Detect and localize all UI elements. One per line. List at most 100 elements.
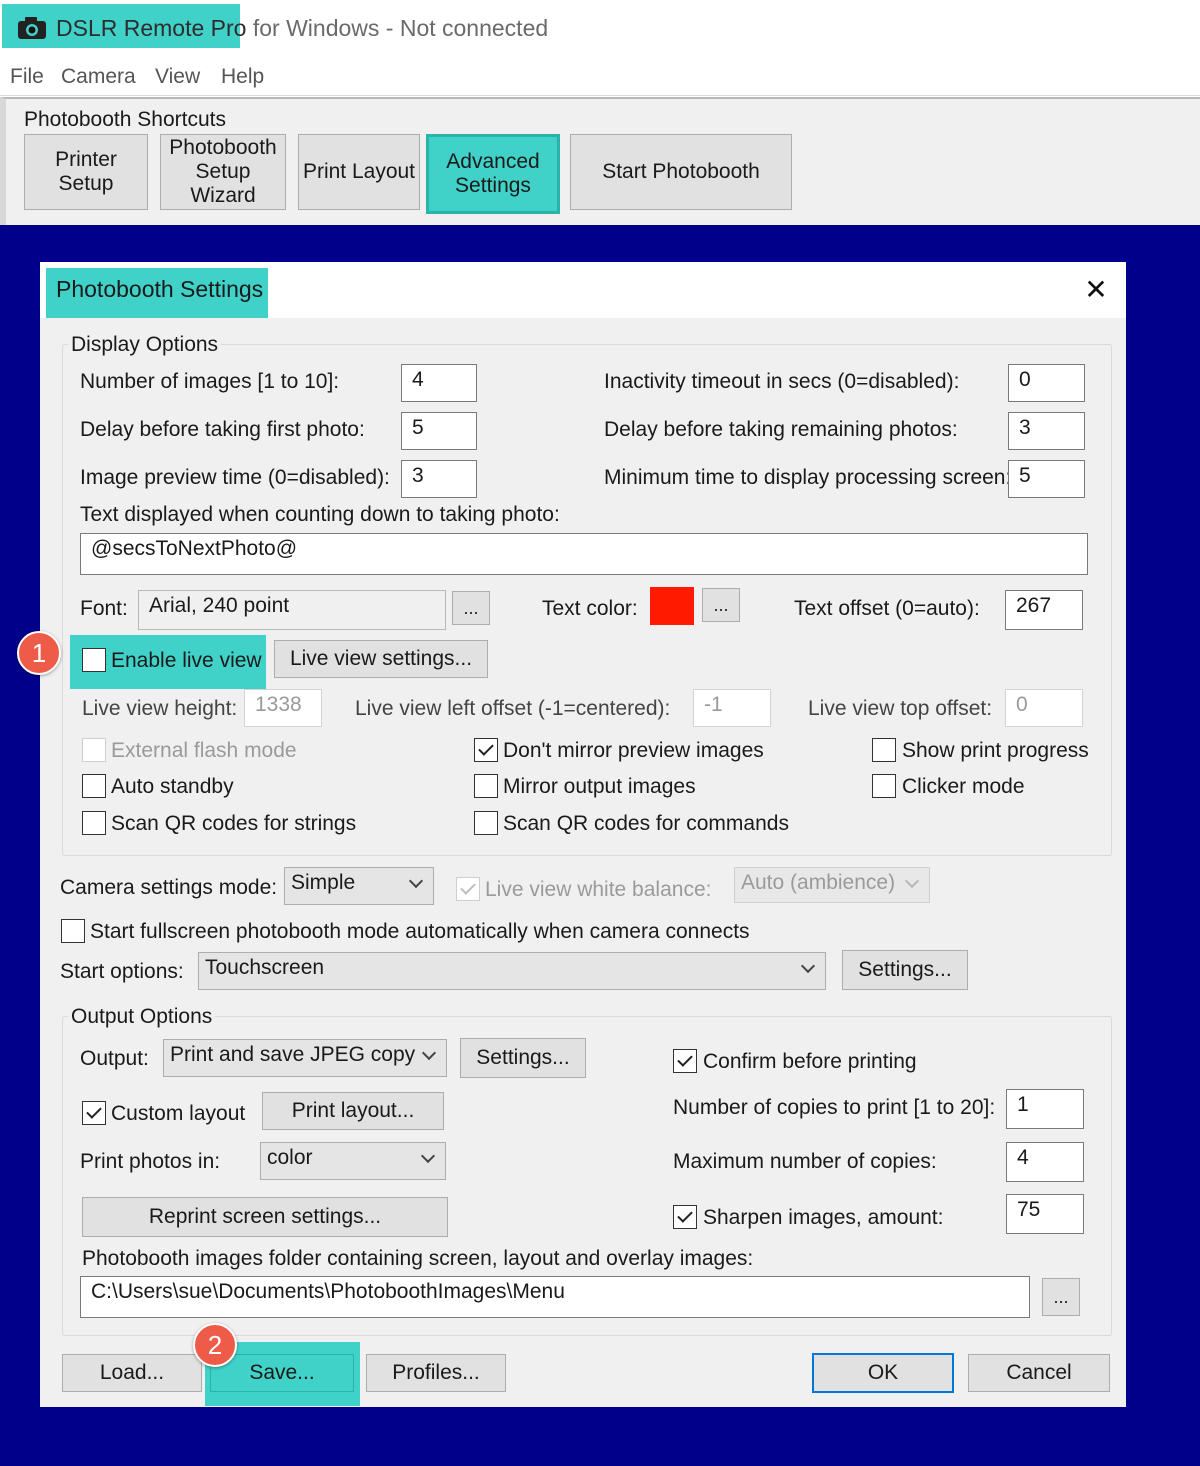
ok-button[interactable]: OK <box>812 1353 954 1393</box>
menu-file[interactable]: File <box>10 64 44 90</box>
clicker-mode-checkbox[interactable] <box>872 774 896 798</box>
camera-mode-label: Camera settings mode: <box>60 876 278 899</box>
external-flash-checkbox[interactable] <box>82 738 106 762</box>
printer-setup-label: Printer Setup <box>55 148 117 195</box>
live-view-settings-button[interactable]: Live view settings... <box>274 640 488 678</box>
profiles-button[interactable]: Profiles... <box>366 1354 506 1392</box>
scan-qr-strings-label: Scan QR codes for strings <box>111 812 357 835</box>
start-options-label: Start options: <box>60 960 184 983</box>
save-button[interactable]: Save... <box>210 1354 354 1392</box>
menu-camera[interactable]: Camera <box>61 64 136 90</box>
folder-label: Photobooth images folder containing scre… <box>82 1247 754 1270</box>
countdown-text-label: Text displayed when counting down to tak… <box>80 503 560 526</box>
live-view-top-input[interactable]: 0 <box>1005 689 1083 727</box>
print-in-label: Print photos in: <box>80 1150 221 1173</box>
menu-view[interactable]: View <box>155 64 200 90</box>
load-button[interactable]: Load... <box>62 1354 202 1392</box>
enable-live-view-label: Enable live view <box>111 649 262 672</box>
num-images-label: Number of images [1 to 10]: <box>80 370 340 393</box>
menu-help[interactable]: Help <box>221 64 264 90</box>
folder-input[interactable]: C:\Users\sue\Documents\PhotoboothImages\… <box>80 1276 1030 1318</box>
dialog-title: Photobooth Settings <box>56 276 264 302</box>
text-offset-input[interactable]: 267 <box>1005 590 1083 630</box>
start-options-value: Touchscreen <box>205 956 325 979</box>
sharpen-checkbox[interactable] <box>673 1205 697 1229</box>
min-processing-input[interactable]: 5 <box>1008 460 1085 498</box>
text-offset-label: Text offset (0=auto): <box>794 597 980 620</box>
title-bar: DSLR Remote Pro for Windows - Not connec… <box>0 0 1200 56</box>
output-select[interactable]: Print and save JPEG copy <box>163 1039 447 1077</box>
live-view-left-input[interactable]: -1 <box>693 689 771 727</box>
print-layout-shortcut-label: Print Layout <box>302 160 416 183</box>
print-in-select[interactable]: color <box>260 1142 446 1180</box>
output-label: Output: <box>80 1047 149 1070</box>
show-print-progress-checkbox[interactable] <box>872 738 896 762</box>
countdown-text-input[interactable]: @secsToNextPhoto@ <box>80 533 1088 575</box>
fullscreen-auto-checkbox[interactable] <box>61 919 85 943</box>
start-options-select[interactable]: Touchscreen <box>198 952 826 990</box>
delay-first-label: Delay before taking first photo: <box>80 418 365 441</box>
live-view-wb-select[interactable]: Auto (ambience) <box>734 867 930 903</box>
callout-badge-1: 1 <box>17 631 61 675</box>
preview-time-input[interactable]: 3 <box>401 460 477 498</box>
mirror-output-checkbox[interactable] <box>474 774 498 798</box>
scan-qr-strings-checkbox[interactable] <box>82 811 106 835</box>
live-view-height-input[interactable]: 1338 <box>244 689 322 727</box>
photobooth-settings-dialog: Photobooth Settings ✕ Display Options Nu… <box>40 262 1126 1407</box>
start-photobooth-button[interactable]: Start Photobooth <box>570 134 792 210</box>
enable-live-view-checkbox[interactable] <box>82 648 106 672</box>
chevron-down-icon <box>420 1148 436 1164</box>
printer-setup-button[interactable]: Printer Setup <box>24 134 148 210</box>
camera-mode-select[interactable]: Simple <box>284 867 434 905</box>
copies-label: Number of copies to print [1 to 20]: <box>673 1096 996 1119</box>
max-copies-input[interactable]: 4 <box>1006 1142 1084 1182</box>
clicker-mode-label: Clicker mode <box>902 775 1025 798</box>
reprint-screen-settings-button[interactable]: Reprint screen settings... <box>82 1197 448 1237</box>
window-title: DSLR Remote Pro for Windows - Not connec… <box>56 15 548 41</box>
preview-time-label: Image preview time (0=disabled): <box>80 466 390 489</box>
text-color-swatch[interactable] <box>650 587 694 625</box>
dont-mirror-checkbox[interactable] <box>474 738 498 762</box>
folder-browse-button[interactable]: ... <box>1042 1278 1080 1316</box>
output-settings-button[interactable]: Settings... <box>460 1038 586 1078</box>
font-label: Font: <box>80 597 128 620</box>
sharpen-check-icon <box>677 1207 693 1223</box>
num-images-input[interactable]: 4 <box>401 364 477 402</box>
custom-layout-check-icon <box>86 1103 102 1119</box>
confirm-printing-checkbox[interactable] <box>673 1049 697 1073</box>
dont-mirror-check-icon <box>478 740 494 756</box>
inactivity-input[interactable]: 0 <box>1008 364 1085 402</box>
sharpen-input[interactable]: 75 <box>1006 1194 1084 1234</box>
sharpen-label: Sharpen images, amount: <box>703 1206 944 1229</box>
window-title-status: for Windows - Not connected <box>246 15 549 41</box>
delay-remaining-input[interactable]: 3 <box>1008 412 1085 450</box>
print-layout-button[interactable]: Print layout... <box>262 1092 444 1130</box>
close-icon[interactable]: ✕ <box>1076 272 1116 308</box>
live-view-wb-value: Auto (ambience) <box>741 871 896 894</box>
scan-qr-commands-checkbox[interactable] <box>474 811 498 835</box>
live-view-height-label: Live view height: <box>82 697 238 720</box>
custom-layout-checkbox[interactable] <box>82 1101 106 1125</box>
dont-mirror-label: Don't mirror preview images <box>503 739 764 762</box>
callout-badge-2: 2 <box>193 1323 237 1367</box>
live-view-wb-checkbox[interactable] <box>456 877 480 901</box>
print-layout-shortcut-button[interactable]: Print Layout <box>298 134 420 210</box>
camera-mode-value: Simple <box>291 871 356 894</box>
wizard-label-line1: Photobooth <box>169 136 277 159</box>
cancel-button[interactable]: Cancel <box>968 1354 1110 1392</box>
font-value-field: Arial, 240 point <box>138 590 446 630</box>
advanced-label-line1: Advanced <box>446 150 540 173</box>
delay-first-input[interactable]: 5 <box>401 412 477 450</box>
chevron-down-icon <box>421 1045 437 1061</box>
output-options-label: Output Options <box>68 1004 216 1030</box>
chevron-down-icon <box>904 873 920 889</box>
font-picker-button[interactable]: ... <box>452 591 490 625</box>
start-options-settings-button[interactable]: Settings... <box>842 950 968 990</box>
advanced-settings-button[interactable]: Advanced Settings <box>426 134 560 214</box>
auto-standby-checkbox[interactable] <box>82 774 106 798</box>
photobooth-setup-wizard-button[interactable]: Photobooth Setup Wizard <box>160 134 286 210</box>
confirm-printing-label: Confirm before printing <box>703 1050 917 1073</box>
copies-input[interactable]: 1 <box>1006 1089 1084 1129</box>
text-color-picker-button[interactable]: ... <box>702 588 740 622</box>
menu-bar: File Camera View Help <box>0 56 1200 96</box>
